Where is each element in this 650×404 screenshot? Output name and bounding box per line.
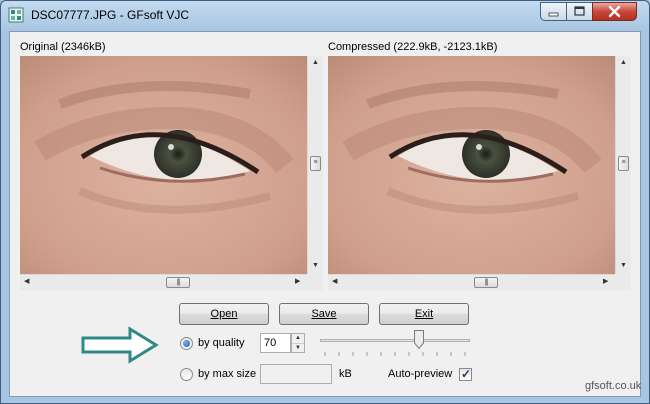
checkmark-icon: ✓ bbox=[461, 367, 472, 381]
maximize-icon bbox=[574, 6, 585, 16]
scrollbar-thumb[interactable]: ||| bbox=[474, 277, 498, 288]
title-bar[interactable]: DSC07777.JPG - GFsoft VJC bbox=[1, 1, 649, 31]
quality-input[interactable] bbox=[260, 333, 291, 353]
open-button[interactable]: Open bbox=[179, 303, 269, 325]
original-vertical-scrollbar[interactable]: ▲ ≡ ▼ bbox=[307, 56, 323, 274]
exit-button[interactable]: Exit bbox=[379, 303, 469, 325]
slider-track bbox=[320, 339, 470, 342]
slider-ticks bbox=[324, 352, 466, 356]
save-button[interactable]: Save bbox=[279, 303, 369, 325]
scroll-right-icon[interactable]: ▶ bbox=[603, 278, 608, 286]
by-quality-label: by quality bbox=[198, 337, 245, 349]
auto-preview-checkbox[interactable]: ✓ bbox=[459, 367, 472, 381]
scroll-down-icon[interactable]: ▼ bbox=[312, 262, 319, 270]
original-horizontal-scrollbar[interactable]: ◀ ||| ▶ bbox=[20, 274, 307, 290]
close-icon bbox=[608, 5, 621, 18]
size-unit-label: kB bbox=[339, 368, 352, 380]
scroll-right-icon[interactable]: ▶ bbox=[295, 278, 300, 286]
compressed-horizontal-scrollbar[interactable]: ◀ ||| ▶ bbox=[328, 274, 615, 290]
arrow-right-icon bbox=[81, 326, 159, 364]
credit-text: gfsoft.co.uk bbox=[585, 380, 642, 392]
scroll-left-icon[interactable]: ◀ bbox=[24, 278, 29, 286]
quality-slider[interactable] bbox=[320, 330, 470, 360]
original-label: Original (2346kB) bbox=[20, 41, 106, 53]
slider-thumb[interactable] bbox=[413, 330, 424, 349]
scroll-left-icon[interactable]: ◀ bbox=[332, 278, 337, 286]
window-title: DSC07777.JPG - GFsoft VJC bbox=[31, 8, 190, 22]
scroll-up-icon[interactable]: ▲ bbox=[312, 59, 319, 67]
by-quality-radio[interactable] bbox=[180, 337, 193, 350]
compressed-image-view[interactable]: ▲ ≡ ▼ ◀ ||| ▶ bbox=[328, 56, 631, 290]
minimize-icon bbox=[548, 12, 559, 17]
scrollbar-thumb[interactable]: ≡ bbox=[618, 156, 629, 171]
original-image-view[interactable]: ▲ ≡ ▼ ◀ ||| ▶ bbox=[20, 56, 323, 290]
scroll-corner bbox=[307, 274, 323, 290]
compressed-image[interactable] bbox=[328, 56, 615, 274]
stepper-up-icon[interactable]: ▲ bbox=[292, 334, 304, 344]
scrollbar-thumb[interactable]: ≡ bbox=[310, 156, 321, 171]
client-area: Original (2346kB) Compressed (222.9kB, -… bbox=[9, 31, 641, 397]
quality-stepper[interactable]: ▲ ▼ bbox=[291, 333, 305, 353]
app-window: DSC07777.JPG - GFsoft VJC Original (2346… bbox=[0, 0, 650, 404]
stepper-down-icon[interactable]: ▼ bbox=[292, 344, 304, 353]
scroll-up-icon[interactable]: ▲ bbox=[620, 59, 627, 67]
maximize-button[interactable] bbox=[566, 2, 593, 21]
auto-preview-label: Auto-preview bbox=[388, 368, 453, 380]
compressed-vertical-scrollbar[interactable]: ▲ ≡ ▼ bbox=[615, 56, 631, 274]
scrollbar-thumb[interactable]: ||| bbox=[166, 277, 190, 288]
radio-selected-dot bbox=[183, 340, 190, 347]
scroll-down-icon[interactable]: ▼ bbox=[620, 262, 627, 270]
by-max-size-radio[interactable] bbox=[180, 368, 193, 381]
close-button[interactable] bbox=[592, 2, 637, 21]
scroll-corner bbox=[615, 274, 631, 290]
original-image[interactable] bbox=[20, 56, 307, 274]
max-size-input[interactable] bbox=[260, 364, 332, 384]
minimize-button[interactable] bbox=[540, 2, 567, 21]
by-max-size-label: by max size bbox=[198, 368, 257, 380]
app-icon bbox=[8, 7, 24, 23]
compressed-label: Compressed (222.9kB, -2123.1kB) bbox=[328, 41, 498, 53]
